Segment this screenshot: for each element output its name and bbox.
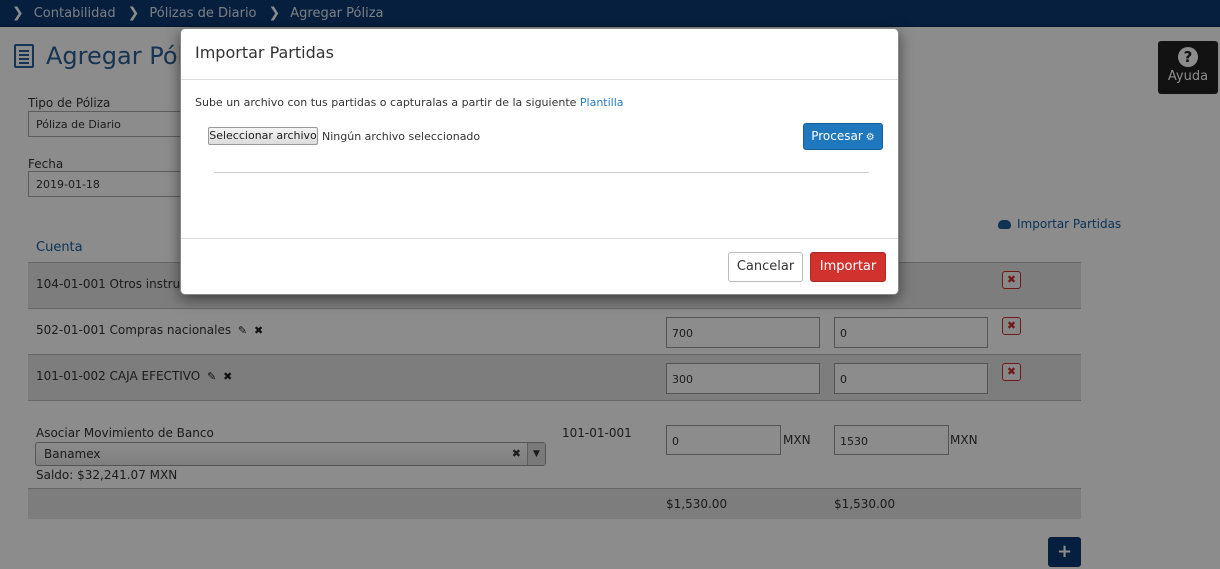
import-modal: Importar Partidas Sube un archivo con tu… — [180, 28, 899, 295]
file-status: Ningún archivo seleccionado — [322, 130, 481, 143]
divider — [214, 172, 869, 173]
modal-title: Importar Partidas — [181, 29, 898, 80]
modal-description-text: Sube un archivo con tus partidas o captu… — [195, 96, 577, 109]
cancel-button[interactable]: Cancelar — [728, 252, 803, 282]
modal-body: Sube un archivo con tus partidas o captu… — [181, 80, 898, 239]
template-link[interactable]: Plantilla — [580, 96, 624, 109]
import-button[interactable]: Importar — [810, 252, 886, 282]
process-label: Procesar — [811, 129, 863, 143]
process-button[interactable]: Procesar ⚙ — [803, 123, 883, 150]
cogs-icon: ⚙ — [865, 132, 875, 143]
modal-footer: Cancelar Importar — [181, 239, 898, 294]
modal-description: Sube un archivo con tus partidas o captu… — [195, 96, 624, 109]
select-file-button[interactable]: Seleccionar archivo — [208, 127, 318, 145]
